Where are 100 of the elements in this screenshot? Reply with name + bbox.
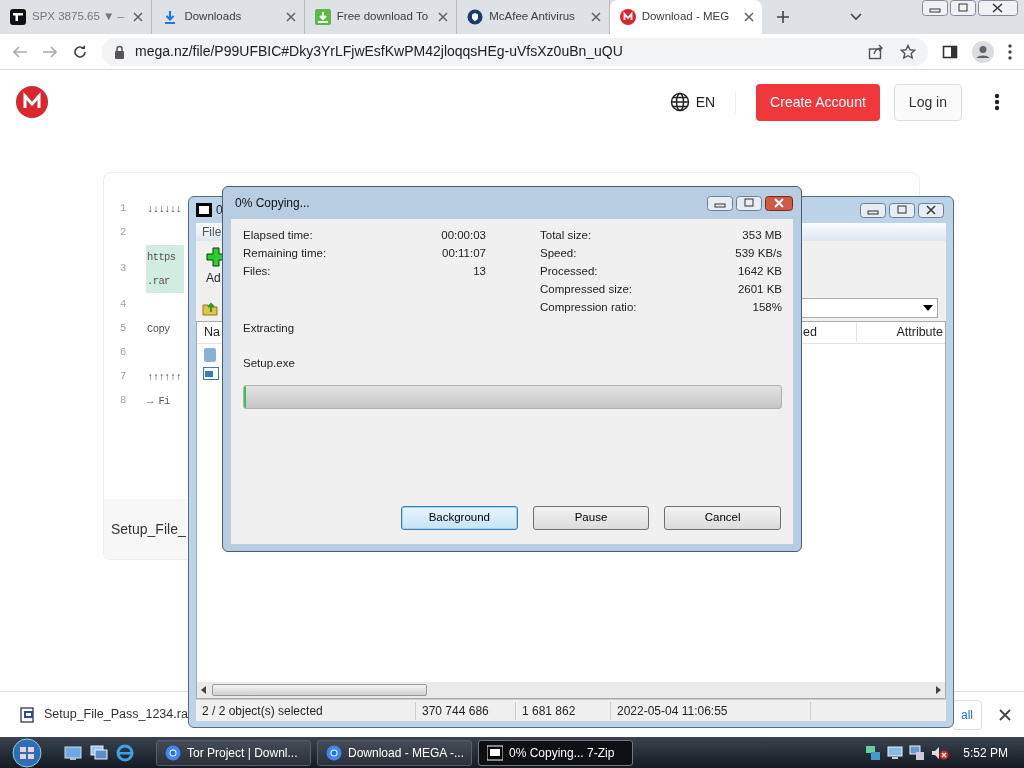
browser-tab[interactable]: Download - MEG [609,0,762,34]
log-in-button[interactable]: Log in [893,83,962,121]
code-text: .rar [146,269,184,293]
line-number: 6 [120,345,128,361]
close-icon[interactable] [588,10,603,24]
stat-value: 00:11:07 [441,246,486,262]
more-icon[interactable] [994,93,1000,111]
restore-icon[interactable] [950,0,976,16]
stat-value: 2601 KB [736,282,782,298]
horizontal-scrollbar[interactable] [197,682,945,698]
status-text: 2 / 2 object(s) selected [196,701,416,720]
minimize-icon[interactable] [922,0,948,16]
folder-up-icon[interactable] [202,300,218,316]
close-icon[interactable] [998,707,1012,722]
line-number: 1 [120,201,128,217]
chevron-icon[interactable] [850,13,862,21]
folder-icon [203,347,217,363]
desktop-icon[interactable] [64,744,82,761]
right-arrow-icon[interactable] [936,686,941,694]
line-number: 4 [120,297,128,313]
clock-text[interactable]: 5:52 PM [963,743,1008,762]
globe-icon[interactable] [669,92,690,112]
menu-item[interactable]: File [202,223,222,241]
dialog-button[interactable]: Background [401,506,518,530]
stat-label: Files: [243,264,272,280]
profile-icon[interactable] [972,40,994,63]
column-header[interactable]: Attribute [896,323,945,342]
more-icon[interactable] [1008,43,1012,60]
shield-icon [467,9,484,25]
language-label[interactable]: EN [695,91,716,113]
code-text: ↓↓↓↓↓↓ [146,202,183,217]
file-name: Setup.exe [243,356,296,372]
status-text: 2022-05-04 11:06:55 [611,701,811,720]
code-text: Copy [146,322,171,337]
close-icon[interactable] [742,10,756,24]
line-number: 5 [120,321,128,337]
close-icon[interactable] [918,202,944,218]
stat-label: Compressed size: [540,282,634,298]
stat-label: Remaining time: [243,246,328,262]
line-number: 7 [120,369,128,385]
download-file-name[interactable]: Setup_File_Pass_1234.ra [44,705,188,724]
stat-value: 13 [472,264,486,280]
status-text: Extracting [243,321,296,336]
close-icon[interactable] [978,0,1018,16]
archive-file-icon [20,706,36,723]
minimize-icon[interactable] [707,195,733,211]
share-icon[interactable] [868,43,884,60]
file-name: Setup_File_ [111,519,186,539]
chrome-icon [165,744,181,761]
browser-tab[interactable]: McAfee Antivirus [457,0,610,34]
computer-icon[interactable] [909,744,926,761]
close-icon[interactable] [131,10,146,24]
line-number: 3 [120,261,128,277]
monitor-icon[interactable] [887,744,904,761]
stat-label: Elapsed time: [243,228,314,244]
status-text: 1 681 862 [516,701,611,720]
stat-label: Speed: [540,246,578,262]
close-icon[interactable] [765,195,793,211]
taskbar-button[interactable]: Tor Project | Downl... [156,739,311,766]
dialog-title: 0% Copying... [235,195,310,212]
status-text: 370 744 686 [416,701,516,720]
stat-value: 539 KB/s [734,246,782,262]
stat-value: 158% [751,300,782,316]
code-text: → Fi [146,394,171,409]
stat-value: 353 MB [741,228,782,244]
scrollbar-thumb[interactable] [212,684,427,696]
column-header[interactable]: ed [803,323,857,342]
download-icon [314,9,331,25]
dropdown-arrow-icon[interactable] [923,305,933,311]
mega-logo-icon[interactable] [16,86,48,118]
taskbar-button[interactable]: 0% Copying... 7-Zip [478,739,633,766]
code-text: https [146,245,184,269]
create-account-button[interactable]: Create Account [756,83,880,121]
close-icon[interactable] [436,10,451,24]
browser-tab[interactable]: Free download To [304,0,458,34]
browser-tab[interactable]: Downloads [152,0,305,34]
reload-icon[interactable] [72,43,88,60]
plus-icon[interactable] [776,10,790,24]
window-title: 0 [216,202,223,219]
line-number: 8 [120,393,128,409]
stat-label: Compression ratio: [540,300,638,316]
side-panel-icon[interactable] [942,43,958,60]
switch-windows-icon[interactable] [90,744,108,761]
dialog-button[interactable]: Cancel [664,506,781,530]
browser-icon[interactable] [116,743,134,762]
star-icon[interactable] [900,43,916,60]
archive-icon [196,203,212,217]
chart-icon [10,9,26,25]
close-icon[interactable] [283,10,298,24]
chrome-icon [326,744,342,761]
archive-icon [487,744,503,761]
browser-tab[interactable]: SPX 3875.65 ▼ – [0,0,153,34]
left-arrow-icon[interactable] [201,686,206,694]
minimize-icon[interactable] [860,202,886,218]
stat-label: Processed: [540,264,599,280]
file-icon [203,367,219,380]
dialog-button[interactable]: Pause [532,506,650,530]
stat-label: Total size: [540,228,593,244]
taskbar-button[interactable]: Download - MEGA -... [317,739,472,766]
network-icon[interactable] [865,744,882,761]
